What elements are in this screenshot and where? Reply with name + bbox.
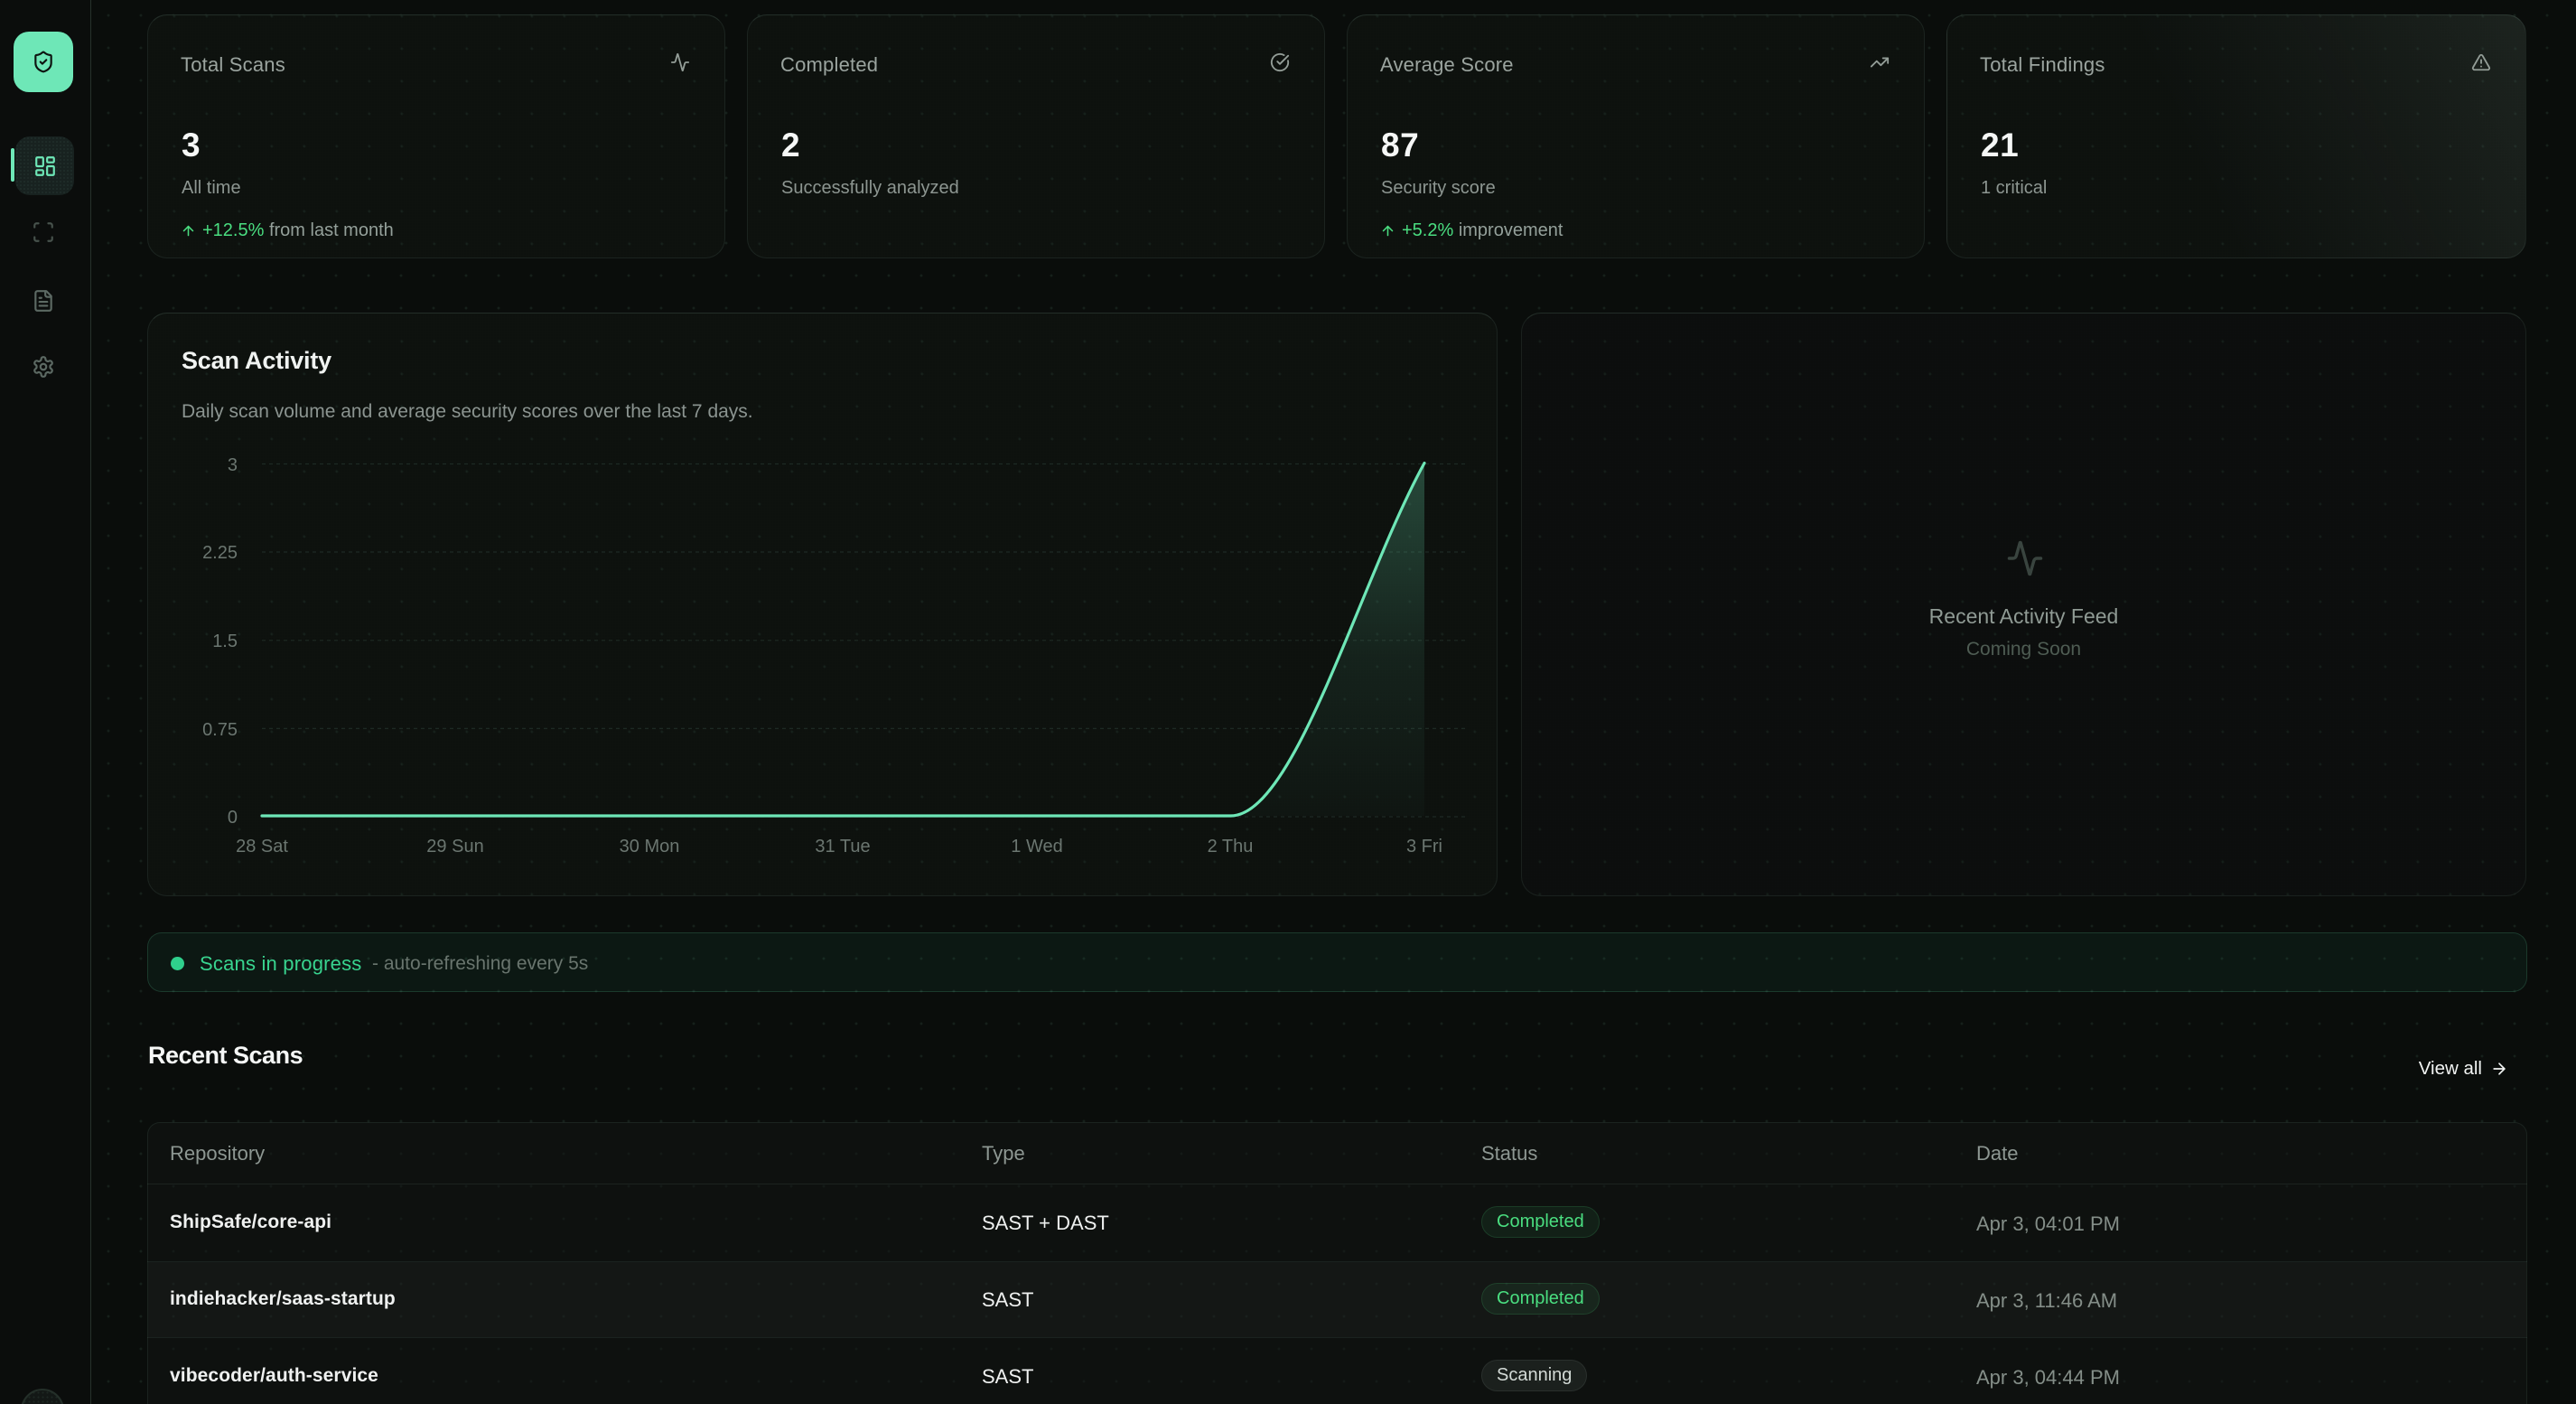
svg-text:0.75: 0.75: [202, 720, 238, 740]
svg-text:1.5: 1.5: [212, 632, 238, 651]
svg-text:2.25: 2.25: [202, 543, 238, 563]
svg-text:0: 0: [228, 808, 238, 828]
svg-text:31 Tue: 31 Tue: [815, 837, 870, 856]
svg-text:3: 3: [228, 455, 238, 475]
svg-text:1 Wed: 1 Wed: [1011, 837, 1062, 856]
svg-text:28 Sat: 28 Sat: [236, 837, 288, 856]
svg-text:2 Thu: 2 Thu: [1208, 837, 1254, 856]
svg-text:29 Sun: 29 Sun: [426, 837, 483, 856]
svg-text:30 Mon: 30 Mon: [620, 837, 680, 856]
svg-text:3 Fri: 3 Fri: [1406, 837, 1442, 856]
